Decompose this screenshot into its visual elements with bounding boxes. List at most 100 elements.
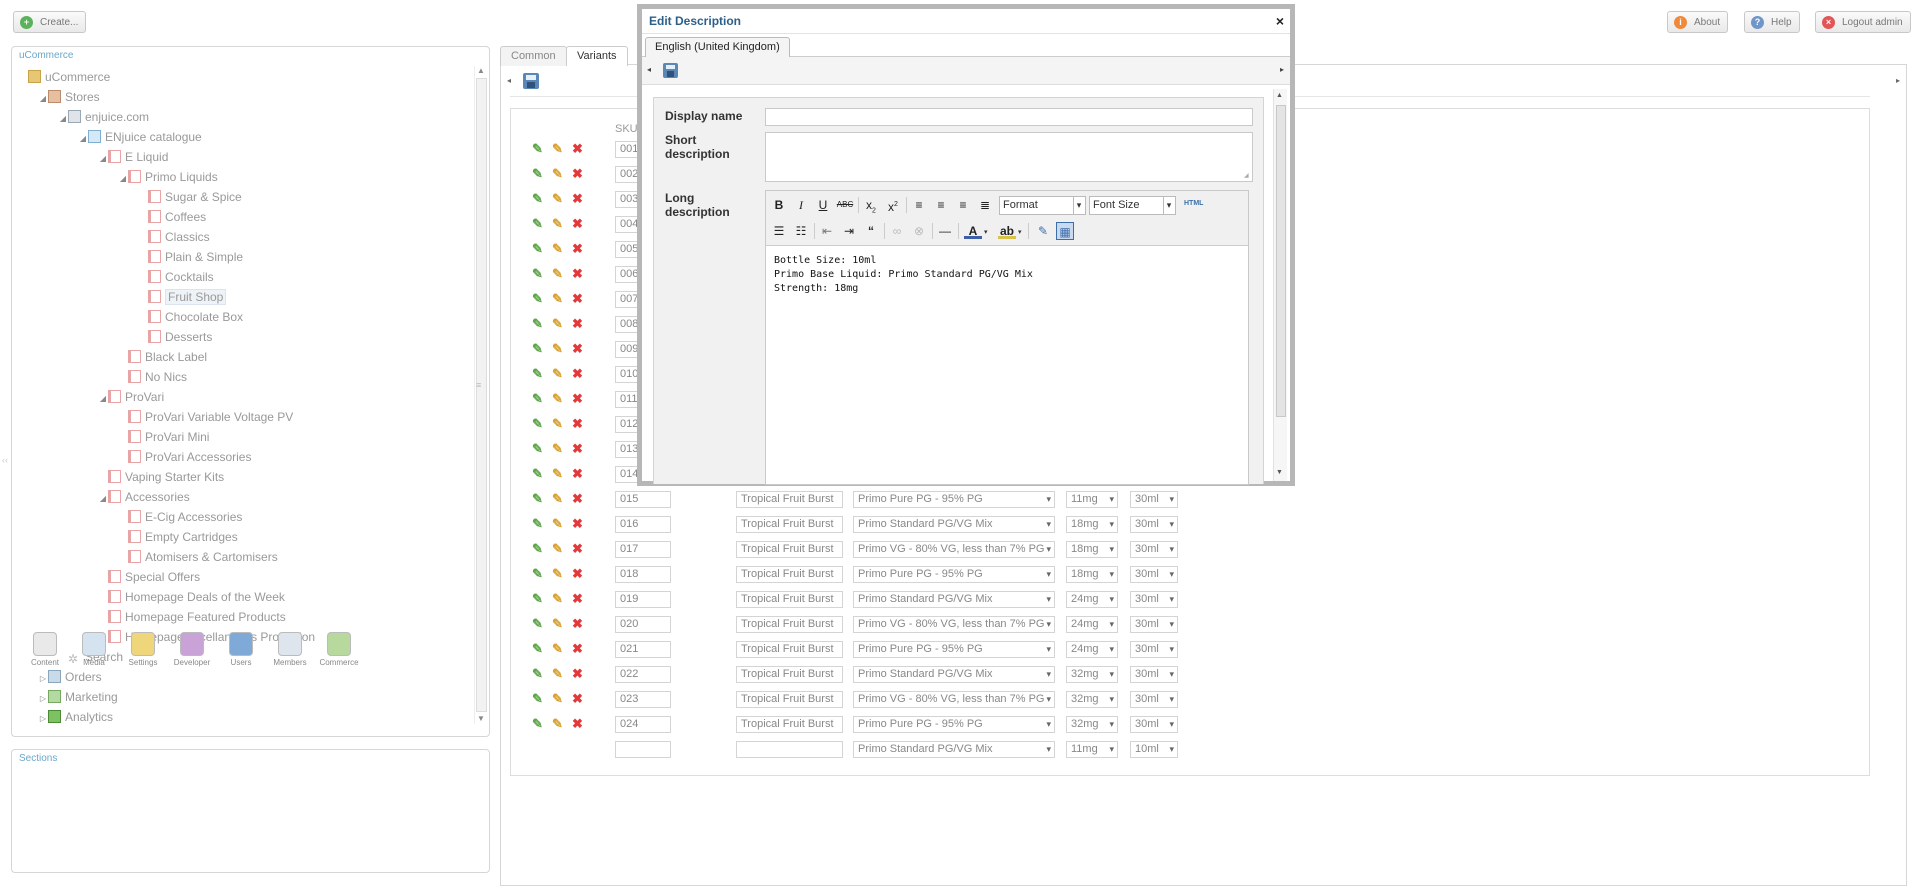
tree-item[interactable]: Black Label	[118, 348, 207, 366]
delete-icon[interactable]: ✖	[570, 516, 585, 531]
delete-icon[interactable]: ✖	[570, 416, 585, 431]
bullet-list-icon[interactable]: ☰	[770, 222, 788, 240]
edit-description-icon[interactable]: ✎	[550, 141, 565, 156]
horizontal-rule-icon[interactable]: —	[936, 222, 954, 240]
numbered-list-icon[interactable]: ☷	[792, 222, 810, 240]
edit-variant-icon[interactable]: ✎	[530, 666, 545, 681]
delete-icon[interactable]: ✖	[570, 616, 585, 631]
dialog-toolbar-left-icon[interactable]: ◂	[647, 65, 651, 74]
delete-icon[interactable]: ✖	[570, 291, 585, 306]
link-icon[interactable]: ∞	[888, 222, 906, 240]
dialog-toolbar-right-icon[interactable]: ▸	[1280, 65, 1284, 74]
sku-input[interactable]: 018	[615, 566, 671, 583]
close-icon[interactable]: ×	[1276, 9, 1284, 33]
highlight-color-icon[interactable]: ab	[998, 222, 1016, 239]
new-sku-input[interactable]	[615, 741, 671, 758]
bottle-size-select[interactable]: 30ml	[1130, 691, 1178, 708]
display-name-input[interactable]	[765, 108, 1253, 126]
delete-icon[interactable]: ✖	[570, 666, 585, 681]
chevron-down-icon[interactable]: ▾	[1018, 228, 1022, 236]
section-media[interactable]: Media	[74, 632, 114, 667]
about-button[interactable]: i About	[1667, 11, 1729, 33]
strength-select[interactable]: 24mg	[1066, 641, 1118, 658]
bottle-size-select[interactable]: 30ml	[1130, 666, 1178, 683]
scroll-down-icon[interactable]: ▼	[1276, 469, 1283, 476]
edit-description-icon[interactable]: ✎	[550, 491, 565, 506]
resize-handle[interactable]: ◢	[1244, 172, 1250, 179]
tree-item[interactable]: ▷ Analytics	[38, 708, 113, 726]
edit-description-icon[interactable]: ✎	[550, 191, 565, 206]
delete-icon[interactable]: ✖	[570, 391, 585, 406]
section-content[interactable]: Content	[25, 632, 65, 667]
tree-item[interactable]: Homepage Deals of the Week	[98, 588, 285, 606]
strength-select[interactable]: 18mg	[1066, 516, 1118, 533]
edit-description-icon[interactable]: ✎	[550, 366, 565, 381]
tree-item[interactable]: ProVari Accessories	[118, 448, 251, 466]
strength-select[interactable]: 18mg	[1066, 566, 1118, 583]
tree-item[interactable]: No Nics	[118, 368, 187, 386]
strength-select[interactable]: 18mg	[1066, 541, 1118, 558]
base-liquid-select[interactable]: Primo Pure PG - 95% PG	[853, 491, 1055, 508]
strength-select[interactable]: 32mg	[1066, 691, 1118, 708]
edit-variant-icon[interactable]: ✎	[530, 366, 545, 381]
expand-arrow-icon[interactable]: ▷	[38, 690, 48, 708]
edit-description-icon[interactable]: ✎	[550, 666, 565, 681]
bottle-size-select[interactable]: 30ml	[1130, 566, 1178, 583]
delete-icon[interactable]: ✖	[570, 441, 585, 456]
edit-variant-icon[interactable]: ✎	[530, 616, 545, 631]
italic-icon[interactable]: I	[792, 196, 810, 214]
edit-variant-icon[interactable]: ✎	[530, 491, 545, 506]
edit-description-icon[interactable]: ✎	[550, 516, 565, 531]
tree-item[interactable]: ProVari Mini	[118, 428, 209, 446]
edit-description-icon[interactable]: ✎	[550, 316, 565, 331]
edit-description-icon[interactable]: ✎	[550, 591, 565, 606]
base-liquid-select[interactable]: Primo Pure PG - 95% PG	[853, 716, 1055, 733]
edit-variant-icon[interactable]: ✎	[530, 241, 545, 256]
help-button[interactable]: ? Help	[1744, 11, 1800, 33]
bottle-size-select[interactable]: 30ml	[1130, 616, 1178, 633]
edit-variant-icon[interactable]: ✎	[530, 216, 545, 231]
variant-name-input[interactable]: Tropical Fruit Burst	[736, 691, 843, 708]
tree-item[interactable]: ◢ Accessories	[98, 488, 190, 506]
delete-icon[interactable]: ✖	[570, 166, 585, 181]
tree-item[interactable]: Desserts	[138, 328, 212, 346]
sku-input[interactable]: 020	[615, 616, 671, 633]
new-strength-select[interactable]: 11mg	[1066, 741, 1118, 758]
delete-icon[interactable]: ✖	[570, 341, 585, 356]
edit-description-icon[interactable]: ✎	[550, 266, 565, 281]
html-source-icon[interactable]: HTML	[1184, 200, 1203, 207]
edit-variant-icon[interactable]: ✎	[530, 266, 545, 281]
variant-name-input[interactable]: Tropical Fruit Burst	[736, 541, 843, 558]
edit-variant-icon[interactable]: ✎	[530, 641, 545, 656]
variant-name-input[interactable]: Tropical Fruit Burst	[736, 616, 843, 633]
edit-source-icon[interactable]: ✎	[1034, 222, 1052, 240]
unlink-icon[interactable]: ⊗	[910, 222, 928, 240]
section-users[interactable]: Users	[221, 632, 261, 667]
chevron-down-icon[interactable]: ▾	[984, 228, 988, 236]
tree-item[interactable]: Plain & Simple	[138, 248, 243, 266]
edit-variant-icon[interactable]: ✎	[530, 291, 545, 306]
outdent-icon[interactable]: ⇤	[818, 222, 836, 240]
edit-variant-icon[interactable]: ✎	[530, 341, 545, 356]
strength-select[interactable]: 24mg	[1066, 591, 1118, 608]
create-button[interactable]: + Create...	[13, 11, 87, 33]
blockquote-icon[interactable]: “	[862, 222, 880, 240]
delete-icon[interactable]: ✖	[570, 241, 585, 256]
expand-arrow-icon[interactable]: ◢	[118, 170, 128, 188]
tree-item[interactable]: ◢ Primo Liquids	[118, 168, 218, 186]
variant-name-input[interactable]: Tropical Fruit Burst	[736, 491, 843, 508]
toolbar-scroll-left-icon[interactable]: ◂	[507, 76, 513, 86]
base-liquid-select[interactable]: Primo Pure PG - 95% PG	[853, 641, 1055, 658]
delete-icon[interactable]: ✖	[570, 541, 585, 556]
scroll-up-icon[interactable]: ▲	[475, 66, 487, 76]
format-select[interactable]: Format	[999, 196, 1086, 215]
tree-item[interactable]: Classics	[138, 228, 210, 246]
strikethrough-icon[interactable]: ABC	[836, 196, 854, 214]
edit-description-icon[interactable]: ✎	[550, 166, 565, 181]
edit-description-icon[interactable]: ✎	[550, 391, 565, 406]
edit-variant-icon[interactable]: ✎	[530, 391, 545, 406]
tab-variants[interactable]: Variants	[566, 46, 628, 66]
dialog-scrollbar[interactable]: ▲ ▼	[1273, 89, 1287, 481]
tree-item[interactable]: Chocolate Box	[138, 308, 243, 326]
expand-arrow-icon[interactable]: ◢	[98, 150, 108, 168]
